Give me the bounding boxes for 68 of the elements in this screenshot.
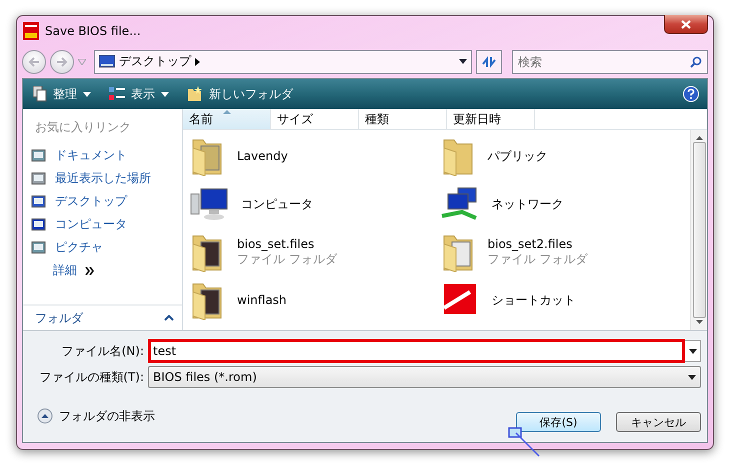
left-arrow-icon bbox=[28, 56, 40, 66]
favorite-link[interactable]: デスクトップ bbox=[23, 190, 182, 213]
views-icon bbox=[109, 87, 125, 101]
monitor-icon bbox=[31, 216, 47, 232]
favorite-link[interactable]: ドキュメント bbox=[23, 144, 182, 167]
refresh-button[interactable] bbox=[476, 50, 502, 74]
double-chevron-icon bbox=[85, 266, 95, 274]
cursor-icon bbox=[508, 427, 540, 457]
new-folder-icon bbox=[187, 86, 203, 102]
file-item[interactable]: ショートカット bbox=[440, 276, 690, 324]
dialog-button[interactable]: キャンセル bbox=[616, 412, 701, 432]
monitor-icon bbox=[99, 55, 115, 68]
document-icon bbox=[31, 170, 47, 186]
address-bar[interactable]: デスクトップ bbox=[94, 50, 472, 74]
search-icon bbox=[690, 56, 702, 68]
pages-icon bbox=[33, 86, 47, 102]
sort-arrow-icon bbox=[223, 110, 231, 114]
close-button[interactable] bbox=[664, 15, 708, 34]
help-icon[interactable] bbox=[683, 86, 699, 102]
favorite-link[interactable]: ピクチャ bbox=[23, 236, 182, 259]
filename-label: ファイル名(N): bbox=[60, 342, 145, 360]
document-icon bbox=[31, 148, 47, 164]
toolbar-button[interactable]: 整理 bbox=[31, 84, 93, 104]
document-icon bbox=[31, 240, 47, 256]
network-computers-icon bbox=[440, 186, 480, 222]
file-item[interactable]: Lavendy bbox=[189, 132, 440, 180]
favorite-link[interactable]: 最近表示した場所 bbox=[23, 167, 182, 190]
scrollbar[interactable] bbox=[690, 130, 707, 330]
file-item[interactable]: bios_set2.files ファイル フォルダ bbox=[440, 228, 690, 276]
app-logo-icon bbox=[23, 22, 39, 40]
more-link[interactable]: 詳細 bbox=[23, 259, 182, 279]
toolbar-button[interactable]: 表示 bbox=[107, 84, 171, 104]
computer-icon bbox=[189, 186, 229, 222]
caret-icon bbox=[83, 92, 91, 96]
file-type-label: ファイルの種類(T): bbox=[38, 368, 145, 386]
close-icon bbox=[681, 20, 691, 28]
file-type-dropdown[interactable]: BIOS files (*.rom) bbox=[148, 366, 701, 388]
caret-icon bbox=[688, 348, 696, 354]
caret-icon bbox=[688, 374, 696, 380]
dialog-button[interactable]: 保存(S) bbox=[516, 412, 601, 432]
scroll-up-icon bbox=[696, 136, 702, 140]
breadcrumb-arrow-icon bbox=[195, 58, 200, 66]
file-item[interactable]: パブリック bbox=[440, 132, 690, 180]
address-location: デスクトップ bbox=[119, 53, 191, 70]
filename-dropdown-button[interactable] bbox=[685, 340, 701, 362]
history-caret-icon bbox=[78, 58, 86, 64]
chevron-up-icon bbox=[164, 315, 174, 321]
chevron-up-circle-icon bbox=[37, 408, 53, 424]
caret-icon bbox=[161, 92, 169, 96]
caret-icon bbox=[459, 59, 467, 64]
window-title: Save BIOS file... bbox=[45, 24, 142, 38]
file-item[interactable]: ネットワーク bbox=[440, 180, 690, 228]
file-item[interactable]: winflash bbox=[189, 276, 440, 324]
toolbar-button[interactable]: 新しいフォルダ bbox=[185, 84, 295, 104]
forward-button[interactable] bbox=[50, 50, 74, 74]
file-item[interactable]: コンピュータ bbox=[189, 180, 440, 228]
monitor-icon bbox=[31, 194, 47, 210]
file-item[interactable]: bios_set.files ファイル フォルダ bbox=[189, 228, 440, 276]
back-button[interactable] bbox=[22, 50, 46, 74]
column-header[interactable]: 名前 bbox=[183, 109, 271, 129]
hide-folders-toggle[interactable]: フォルダの非表示 bbox=[37, 408, 155, 424]
scroll-down-icon bbox=[696, 320, 702, 324]
refresh-icon bbox=[482, 56, 496, 68]
favorites-heading: お気に入りリンク bbox=[34, 119, 132, 136]
filename-field[interactable]: test bbox=[148, 339, 685, 363]
search-field[interactable]: 検索 bbox=[512, 50, 708, 74]
favorite-link[interactable]: コンピュータ bbox=[23, 213, 182, 236]
right-arrow-icon bbox=[56, 56, 68, 66]
